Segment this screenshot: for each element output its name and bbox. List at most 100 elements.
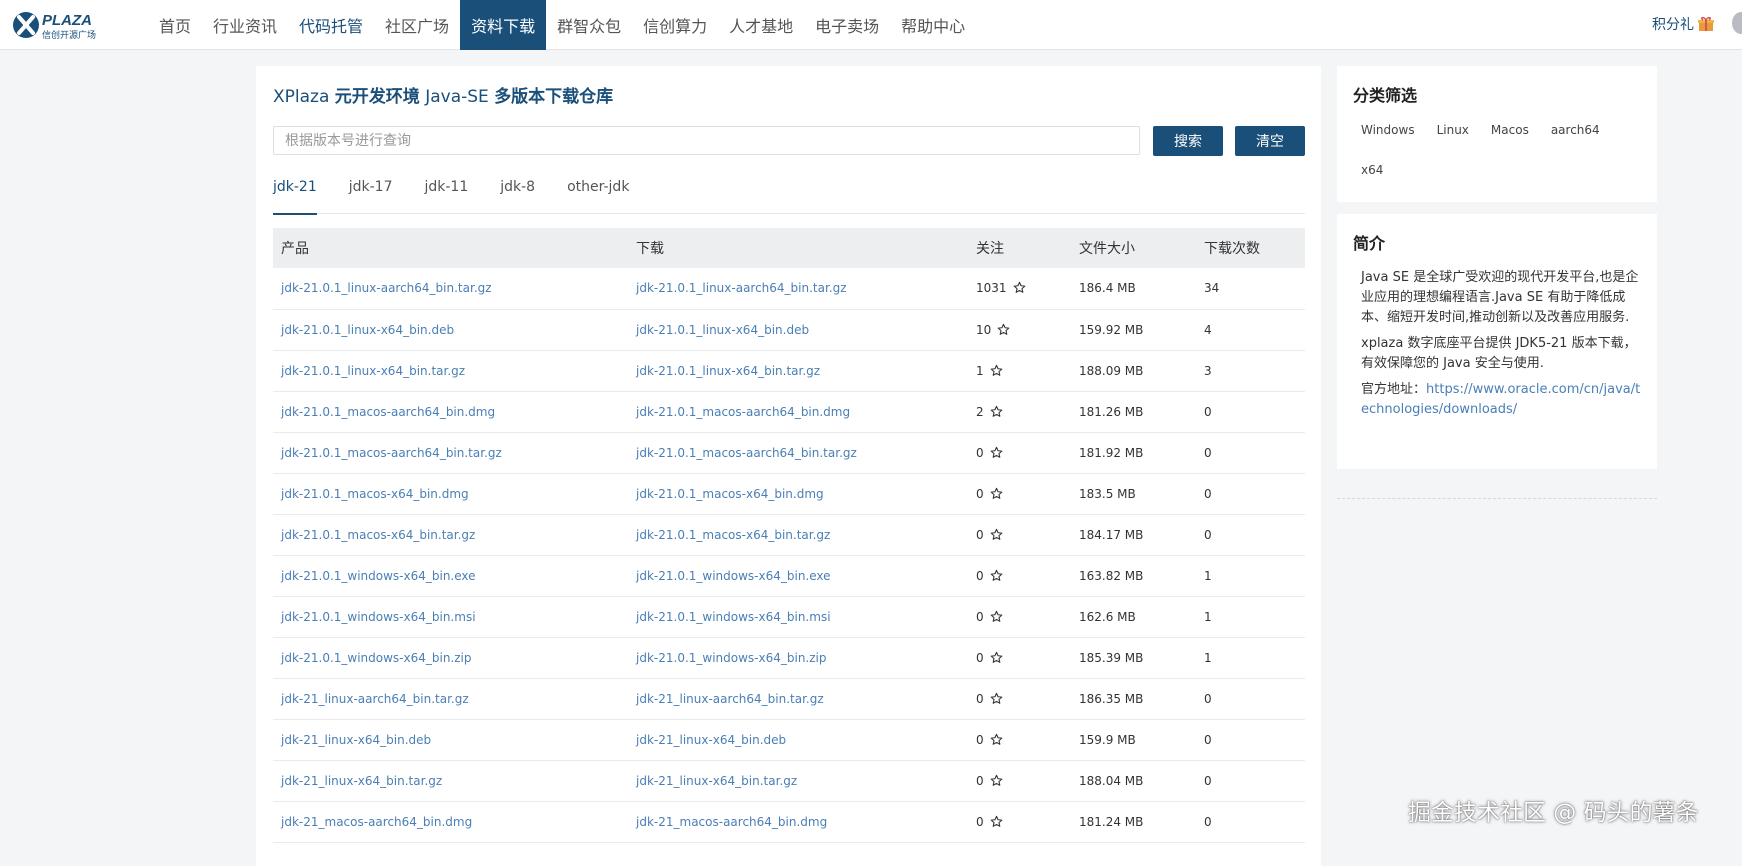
product-link[interactable]: jdk-21.0.1_windows-x64_bin.msi	[281, 610, 476, 624]
size-cell: 181.92 MB	[1071, 432, 1196, 474]
star-icon[interactable]	[990, 364, 1003, 377]
download-count-cell: 1	[1196, 596, 1305, 638]
download-link[interactable]: jdk-21_macos-aarch64_bin.dmg	[636, 815, 827, 829]
nav-computing[interactable]: 信创算力	[632, 0, 718, 50]
clear-button[interactable]: 清空	[1235, 126, 1305, 156]
download-link[interactable]: jdk-21.0.1_linux-x64_bin.tar.gz	[636, 364, 820, 378]
product-link[interactable]: jdk-21.0.1_macos-x64_bin.dmg	[281, 487, 469, 501]
star-icon[interactable]	[990, 487, 1003, 500]
product-cell: jdk-21.0.1_windows-x64_bin.exe	[273, 555, 628, 597]
download-count-cell: 0	[1196, 801, 1305, 843]
star-icon[interactable]	[990, 692, 1003, 705]
filter-aarch64[interactable]: aarch64	[1543, 118, 1608, 142]
follow-count: 2	[976, 404, 984, 419]
tab-jdk-8[interactable]: jdk-8	[500, 178, 535, 214]
page-title: XPlaza 元开发环境 Java-SE 多版本下载仓库	[273, 82, 613, 107]
download-count-cell: 1	[1196, 637, 1305, 679]
product-link[interactable]: jdk-21.0.1_linux-x64_bin.tar.gz	[281, 364, 465, 378]
points-gift-link[interactable]: 积分礼	[1652, 14, 1714, 34]
version-search-input[interactable]	[273, 126, 1140, 155]
table-row: jdk-21.0.1_linux-x64_bin.tar.gz jdk-21.0.…	[273, 350, 1305, 392]
avatar[interactable]	[1732, 12, 1742, 34]
product-link[interactable]: jdk-21.0.1_macos-aarch64_bin.tar.gz	[281, 446, 502, 460]
nav-industry-news[interactable]: 行业资讯	[202, 0, 288, 50]
download-link[interactable]: jdk-21.0.1_windows-x64_bin.msi	[636, 610, 831, 624]
filter-linux[interactable]: Linux	[1429, 118, 1477, 142]
download-count-cell: 0	[1196, 432, 1305, 474]
download-link[interactable]: jdk-21.0.1_linux-aarch64_bin.tar.gz	[636, 281, 847, 295]
download-link[interactable]: jdk-21_linux-x64_bin.tar.gz	[636, 774, 797, 788]
download-cell: jdk-21_linux-x64_bin.deb	[628, 719, 968, 761]
header-product: 产品	[273, 228, 628, 268]
product-link[interactable]: jdk-21.0.1_linux-aarch64_bin.tar.gz	[281, 281, 492, 295]
download-link[interactable]: jdk-21.0.1_macos-x64_bin.dmg	[636, 487, 824, 501]
download-link[interactable]: jdk-21.0.1_macos-aarch64_bin.tar.gz	[636, 446, 857, 460]
product-link[interactable]: jdk-21_linux-aarch64_bin.tar.gz	[281, 692, 469, 706]
product-link[interactable]: jdk-21.0.1_windows-x64_bin.zip	[281, 651, 472, 665]
nav-marketplace[interactable]: 电子卖场	[804, 0, 890, 50]
product-link[interactable]: jdk-21.0.1_linux-x64_bin.deb	[281, 323, 454, 337]
star-icon[interactable]	[990, 446, 1003, 459]
star-icon[interactable]	[990, 651, 1003, 664]
page-title-cn2: 多版本下载仓库	[494, 87, 614, 107]
star-icon[interactable]	[1013, 281, 1026, 294]
star-icon[interactable]	[990, 733, 1003, 746]
nav-help[interactable]: 帮助中心	[890, 0, 976, 50]
download-link[interactable]: jdk-21_linux-x64_bin.deb	[636, 733, 786, 747]
download-link[interactable]: jdk-21.0.1_macos-aarch64_bin.dmg	[636, 405, 850, 419]
star-icon[interactable]	[990, 405, 1003, 418]
page-title-prefix: XPlaza	[273, 87, 335, 107]
product-link[interactable]: jdk-21.0.1_macos-x64_bin.tar.gz	[281, 528, 475, 542]
product-link[interactable]: jdk-21_linux-x64_bin.deb	[281, 733, 431, 747]
nav-talent[interactable]: 人才基地	[718, 0, 804, 50]
follow-count: 0	[976, 691, 984, 706]
filter-x64[interactable]: x64	[1353, 158, 1391, 182]
star-icon[interactable]	[990, 610, 1003, 623]
filter-windows[interactable]: Windows	[1353, 118, 1423, 142]
nav-downloads[interactable]: 资料下载	[460, 0, 547, 50]
product-link[interactable]: jdk-21_macos-aarch64_bin.dmg	[281, 815, 472, 829]
download-link[interactable]: jdk-21_linux-aarch64_bin.tar.gz	[636, 692, 824, 706]
size-cell: 181.26 MB	[1071, 391, 1196, 433]
header-download-count: 下载次数	[1196, 228, 1305, 268]
follow-count: 0	[976, 650, 984, 665]
download-cell: jdk-21.0.1_windows-x64_bin.msi	[628, 596, 968, 638]
filter-macos[interactable]: Macos	[1483, 118, 1537, 142]
product-link[interactable]: jdk-21.0.1_macos-aarch64_bin.dmg	[281, 405, 495, 419]
product-link[interactable]: jdk-21.0.1_windows-x64_bin.exe	[281, 569, 476, 583]
star-icon[interactable]	[997, 323, 1010, 336]
star-icon[interactable]	[990, 815, 1003, 828]
intro-paragraph-2: xplaza 数字底座平台提供 JDK5-21 版本下载，有效保障您的 Java…	[1361, 336, 1637, 371]
download-link[interactable]: jdk-21.0.1_windows-x64_bin.exe	[636, 569, 831, 583]
follow-cell: 2	[968, 391, 1071, 433]
star-icon[interactable]	[990, 774, 1003, 787]
size-cell: 186.4 MB	[1071, 268, 1196, 310]
follow-count: 1	[976, 363, 984, 378]
nav-code-hosting[interactable]: 代码托管	[288, 0, 374, 50]
product-link[interactable]: jdk-21_linux-x64_bin.tar.gz	[281, 774, 442, 788]
star-icon[interactable]	[990, 569, 1003, 582]
search-button[interactable]: 搜索	[1153, 126, 1223, 156]
tab-jdk-17[interactable]: jdk-17	[349, 178, 393, 214]
filter-panel: 分类筛选 Windows Linux Macos aarch64 x64	[1337, 66, 1657, 202]
download-link[interactable]: jdk-21.0.1_windows-x64_bin.zip	[636, 651, 827, 665]
star-icon[interactable]	[990, 528, 1003, 541]
size-cell: 159.92 MB	[1071, 309, 1196, 351]
header-follow: 关注	[968, 228, 1071, 268]
nav-home[interactable]: 首页	[148, 0, 202, 50]
download-count-cell: 0	[1196, 760, 1305, 802]
table-header-row: 产品 下载 关注 文件大小 下载次数	[273, 228, 1305, 268]
follow-cell: 0	[968, 801, 1071, 843]
download-link[interactable]: jdk-21.0.1_linux-x64_bin.deb	[636, 323, 809, 337]
size-cell: 162.6 MB	[1071, 596, 1196, 638]
table-row: jdk-21.0.1_windows-x64_bin.zip jdk-21.0.1…	[273, 637, 1305, 679]
download-cell: jdk-21.0.1_macos-aarch64_bin.tar.gz	[628, 432, 968, 474]
xplaza-logo[interactable]: PLAZA 信创开源广场	[12, 9, 120, 41]
header-file-size: 文件大小	[1071, 228, 1196, 268]
nav-crowdsourcing[interactable]: 群智众包	[546, 0, 632, 50]
tab-other-jdk[interactable]: other-jdk	[567, 178, 629, 214]
tab-jdk-11[interactable]: jdk-11	[425, 178, 469, 214]
download-link[interactable]: jdk-21.0.1_macos-x64_bin.tar.gz	[636, 528, 830, 542]
nav-community[interactable]: 社区广场	[374, 0, 460, 50]
tab-jdk-21[interactable]: jdk-21	[273, 178, 317, 215]
